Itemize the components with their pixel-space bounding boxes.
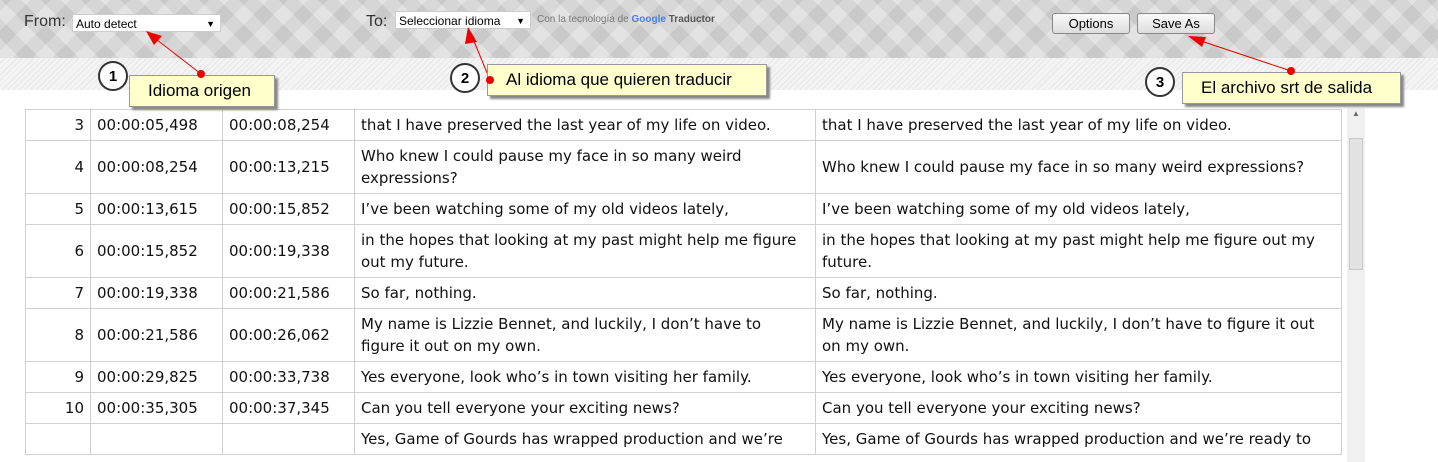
start-time: 00:00:15,852 <box>90 224 223 278</box>
source-text: Yes, Game of Gourds has wrapped producti… <box>354 423 816 455</box>
scrollbar-thumb[interactable] <box>1349 138 1363 270</box>
translate-label: Traductor <box>668 14 715 25</box>
from-language-value: Auto detect <box>76 17 137 31</box>
start-time: 00:00:05,498 <box>90 109 223 141</box>
row-number: 6 <box>25 224 91 278</box>
table-row[interactable]: 6 00:00:15,852 00:00:19,338 in the hopes th… <box>25 224 1342 278</box>
translated-text[interactable]: that I have preserved the last year of m… <box>815 109 1342 141</box>
end-time: 00:00:21,586 <box>222 277 355 309</box>
from-language-select[interactable]: Auto detect ▼ <box>72 14 221 32</box>
powered-by-text: Con la tecnología de <box>537 14 629 25</box>
to-label: To: <box>366 13 388 30</box>
end-time: 00:00:13,215 <box>222 140 355 194</box>
source-text: Yes everyone, look who’s in town visitin… <box>354 361 816 393</box>
annotation-number-3: 3 <box>1145 67 1175 97</box>
chevron-down-icon: ▼ <box>206 19 215 29</box>
row-number: 3 <box>25 109 91 141</box>
to-language-value: Seleccionar idioma <box>399 14 501 28</box>
row-number: 10 <box>25 392 91 424</box>
save-as-button[interactable]: Save As <box>1137 13 1215 34</box>
table-row[interactable]: 9 00:00:29,825 00:00:33,738 Yes everyone, l… <box>25 361 1342 393</box>
from-label: From: <box>24 13 66 30</box>
subtitle-table: 3 00:00:05,498 00:00:08,254 that I have pre… <box>25 109 1342 455</box>
translated-text[interactable]: So far, nothing. <box>815 277 1342 309</box>
table-row[interactable]: 8 00:00:21,586 00:00:26,062 My name is Lizz… <box>25 308 1342 362</box>
row-number: 4 <box>25 140 91 194</box>
scroll-up-icon[interactable]: ▲ <box>1347 109 1365 118</box>
source-text: that I have preserved the last year of m… <box>354 109 816 141</box>
source-text: My name is Lizzie Bennet, and luckily, I… <box>354 308 816 362</box>
google-logo: Google <box>631 14 666 25</box>
annotation-callout-3: El archivo srt de salida <box>1182 72 1401 104</box>
row-number: 5 <box>25 193 91 225</box>
annotation-callout-1: Idioma origen <box>129 75 275 107</box>
translated-text[interactable]: Yes everyone, look who’s in town visitin… <box>815 361 1342 393</box>
table-row[interactable]: 7 00:00:19,338 00:00:21,586 So far, nothing… <box>25 277 1342 309</box>
start-time <box>90 423 223 455</box>
translated-text[interactable]: in the hopes that looking at my past mig… <box>815 224 1342 278</box>
chevron-down-icon: ▼ <box>516 16 525 26</box>
table-row[interactable]: Yes, Game of Gourds has wrapped producti… <box>25 423 1342 455</box>
source-text: Who knew I could pause my face in so man… <box>354 140 816 194</box>
source-text: So far, nothing. <box>354 277 816 309</box>
translated-text[interactable]: Can you tell everyone your exciting news… <box>815 392 1342 424</box>
translated-text[interactable]: Yes, Game of Gourds has wrapped producti… <box>815 423 1342 455</box>
start-time: 00:00:21,586 <box>90 308 223 362</box>
annotation-number-1: 1 <box>98 61 128 91</box>
row-number: 7 <box>25 277 91 309</box>
powered-by: Con la tecnología de Google Traductor <box>537 14 715 25</box>
source-text: Can you tell everyone your exciting news… <box>354 392 816 424</box>
row-number: 8 <box>25 308 91 362</box>
end-time: 00:00:15,852 <box>222 193 355 225</box>
start-time: 00:00:13,615 <box>90 193 223 225</box>
source-text: in the hopes that looking at my past mig… <box>354 224 816 278</box>
row-number <box>25 423 91 455</box>
translated-text[interactable]: My name is Lizzie Bennet, and luckily, I… <box>815 308 1342 362</box>
end-time: 00:00:37,345 <box>222 392 355 424</box>
annotation-callout-2: Al idioma que quieren traducir <box>487 64 767 96</box>
translated-text[interactable]: Who knew I could pause my face in so man… <box>815 140 1342 194</box>
annotation-dot <box>486 76 494 84</box>
start-time: 00:00:29,825 <box>90 361 223 393</box>
table-row[interactable]: 4 00:00:08,254 00:00:13,215 Who knew I coul… <box>25 140 1342 194</box>
to-language-select[interactable]: Seleccionar idioma ▼ <box>395 11 531 29</box>
row-number: 9 <box>25 361 91 393</box>
end-time: 00:00:26,062 <box>222 308 355 362</box>
end-time: 00:00:19,338 <box>222 224 355 278</box>
table-row[interactable]: 5 00:00:13,615 00:00:15,852 I’ve been watch… <box>25 193 1342 225</box>
table-row[interactable]: 10 00:00:35,305 00:00:37,345 Can you tell e… <box>25 392 1342 424</box>
source-text: I’ve been watching some of my old videos… <box>354 193 816 225</box>
end-time: 00:00:33,738 <box>222 361 355 393</box>
translated-text[interactable]: I’ve been watching some of my old videos… <box>815 193 1342 225</box>
start-time: 00:00:35,305 <box>90 392 223 424</box>
annotation-dot <box>1287 67 1295 75</box>
options-button[interactable]: Options <box>1052 13 1130 34</box>
annotation-dot <box>197 70 205 78</box>
start-time: 00:00:08,254 <box>90 140 223 194</box>
end-time <box>222 423 355 455</box>
start-time: 00:00:19,338 <box>90 277 223 309</box>
table-row[interactable]: 3 00:00:05,498 00:00:08,254 that I have pre… <box>25 109 1342 141</box>
annotation-number-2: 2 <box>450 63 480 93</box>
end-time: 00:00:08,254 <box>222 109 355 141</box>
